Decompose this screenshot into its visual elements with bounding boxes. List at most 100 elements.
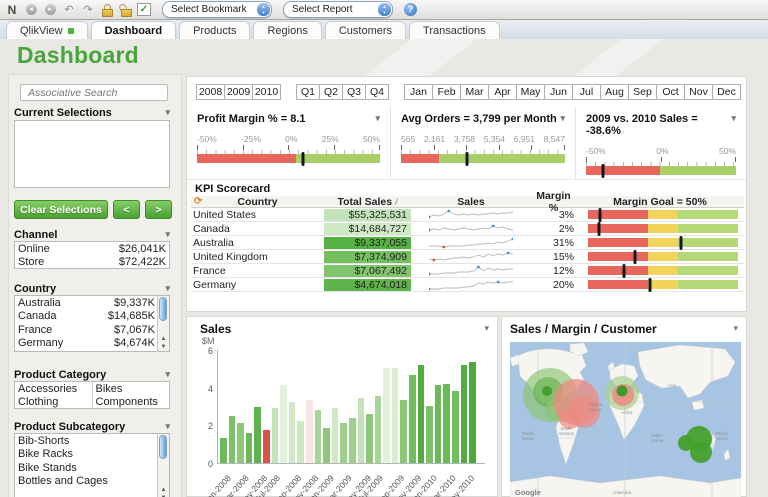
sales-bar-Jan-2010[interactable] <box>426 406 433 463</box>
sales-bar-May-2010[interactable] <box>461 365 468 463</box>
col-header-total-sales[interactable]: Total Sales / <box>324 196 411 208</box>
filter-month-apr[interactable]: Apr <box>488 84 517 100</box>
tab-qlikview[interactable]: QlikView <box>6 21 88 39</box>
list-item[interactable]: Australia$9,337K <box>15 296 158 310</box>
filter-quarter-q1[interactable]: Q1 <box>296 84 320 100</box>
forward-selection-button[interactable]: > <box>145 200 172 219</box>
filter-month-nov[interactable]: Nov <box>684 84 713 100</box>
scroll-down-icon[interactable]: ▼ <box>158 344 169 350</box>
list-item[interactable]: Clothing <box>15 396 92 410</box>
sales-bar-Feb-2009[interactable] <box>332 408 339 463</box>
list-item[interactable]: Bib-Shorts <box>15 434 158 448</box>
sales-bar-Aug-2009[interactable] <box>383 368 390 463</box>
scroll-up-icon[interactable]: ▲ <box>158 336 169 342</box>
chevron-down-icon[interactable]: ▾ <box>165 283 170 294</box>
filter-year-2010[interactable]: 2010 <box>252 84 281 100</box>
table-row[interactable]: United Kingdom$7,374,90915% <box>191 250 744 264</box>
sales-bar-Dec-2009[interactable] <box>418 365 425 463</box>
tab-customers[interactable]: Customers <box>325 21 406 39</box>
table-row[interactable]: Australia$9,337,05531% <box>191 236 744 250</box>
filter-month-jul[interactable]: Jul <box>572 84 601 100</box>
filter-month-oct[interactable]: Oct <box>656 84 685 100</box>
filter-month-feb[interactable]: Feb <box>432 84 461 100</box>
sales-bar-Sep-2009[interactable] <box>392 368 399 463</box>
apply-selection-icon[interactable]: ✓ <box>137 3 151 16</box>
filter-month-dec[interactable]: Dec <box>712 84 741 100</box>
tab-products[interactable]: Products <box>179 21 250 39</box>
filter-month-jun[interactable]: Jun <box>544 84 573 100</box>
list-item[interactable]: Components <box>93 396 170 410</box>
clear-selections-button[interactable]: Clear Selections <box>14 200 108 219</box>
sales-bar-Jun-2008[interactable] <box>263 430 270 463</box>
bookmark-select[interactable]: Select Bookmark ▲▼ <box>162 1 272 18</box>
sales-bar-May-2008[interactable] <box>254 407 261 463</box>
map-bubble[interactable] <box>542 386 552 396</box>
chevron-down-icon[interactable]: ▾ <box>165 421 170 432</box>
forward-icon[interactable]: ▸ <box>42 2 58 17</box>
sales-bar-Feb-2008[interactable] <box>229 416 236 463</box>
sales-bar-Apr-2010[interactable] <box>452 391 459 463</box>
sales-bar-Oct-2008[interactable] <box>297 421 304 463</box>
sales-bar-Jul-2008[interactable] <box>272 408 279 463</box>
sales-bar-Dec-2008[interactable] <box>315 410 322 463</box>
filter-month-sep[interactable]: Sep <box>628 84 657 100</box>
filter-month-jan[interactable]: Jan <box>404 84 433 100</box>
help-icon[interactable]: ? <box>404 3 417 16</box>
sales-bar-Nov-2009[interactable] <box>409 375 416 463</box>
list-item[interactable]: France$7,067K <box>15 323 158 337</box>
filter-year-2008[interactable]: 2008 <box>196 84 225 100</box>
tab-regions[interactable]: Regions <box>253 21 321 39</box>
filter-quarter-q2[interactable]: Q2 <box>319 84 343 100</box>
search-input[interactable] <box>24 87 169 99</box>
scrollbar-thumb[interactable] <box>159 435 167 459</box>
list-item[interactable]: Bike Racks <box>15 448 158 462</box>
chevron-down-icon[interactable]: ▾ <box>733 323 738 334</box>
filter-year-2009[interactable]: 2009 <box>224 84 253 100</box>
lock-icon[interactable] <box>99 2 115 17</box>
sales-bar-Nov-2008[interactable] <box>306 400 313 463</box>
scrollbar[interactable]: ▲▼ <box>157 434 169 497</box>
col-header-sales[interactable]: Sales <box>411 196 531 208</box>
filter-quarter-q3[interactable]: Q3 <box>342 84 366 100</box>
sales-bar-Jan-2008[interactable] <box>220 438 227 463</box>
col-header-country[interactable]: ⟳Country <box>191 196 324 208</box>
chevron-down-icon[interactable]: ▾ <box>560 113 565 125</box>
table-row[interactable]: Germany$4,674,01820% <box>191 278 744 292</box>
refresh-icon[interactable]: ⟳ <box>194 196 202 207</box>
sales-bar-Mar-2008[interactable] <box>237 423 244 464</box>
scrollbar-thumb[interactable] <box>159 297 167 321</box>
list-item[interactable]: Online$26,041K <box>15 242 169 256</box>
chevron-down-icon[interactable]: ▾ <box>165 229 170 240</box>
filter-month-may[interactable]: May <box>516 84 545 100</box>
sales-bar-Oct-2009[interactable] <box>400 400 407 463</box>
list-item[interactable]: Bikes <box>93 382 170 396</box>
scrollbar[interactable]: ▲▼ <box>157 296 169 351</box>
sales-bar-Jan-2009[interactable] <box>323 428 330 463</box>
sales-bar-Mar-2009[interactable] <box>340 423 347 463</box>
world-map[interactable]: AsiaAfricaSouthAmericaAtlanticOceanIndia… <box>510 342 741 497</box>
filter-month-aug[interactable]: Aug <box>600 84 629 100</box>
sales-bar-Aug-2008[interactable] <box>280 385 287 463</box>
sales-bar-Feb-2010[interactable] <box>435 385 442 463</box>
list-item[interactable]: Germany$4,674K <box>15 337 158 351</box>
chevron-down-icon[interactable]: ▾ <box>165 369 170 380</box>
navigate-first-icon[interactable]: N <box>4 2 20 17</box>
back-selection-button[interactable]: < <box>113 200 140 219</box>
tab-transactions[interactable]: Transactions <box>409 21 500 39</box>
sales-bar-Jun-2010[interactable] <box>469 362 476 463</box>
filter-quarter-q4[interactable]: Q4 <box>365 84 389 100</box>
sales-bar-Jun-2009[interactable] <box>366 414 373 463</box>
col-header-margin-goal[interactable]: Margin Goal = 50% <box>576 196 744 208</box>
list-item[interactable]: Bottles and Cages <box>15 475 158 489</box>
map-bubble[interactable] <box>617 386 628 397</box>
chevron-down-icon[interactable]: ▾ <box>375 113 380 125</box>
redo-icon[interactable]: ↷ <box>80 2 96 17</box>
sales-bar-Apr-2009[interactable] <box>349 418 356 463</box>
scroll-up-icon[interactable]: ▲ <box>158 487 169 493</box>
map-bubble[interactable] <box>690 441 712 463</box>
table-row[interactable]: Canada$14,684,7272% <box>191 222 744 236</box>
sales-bar-Apr-2008[interactable] <box>246 433 253 463</box>
chevron-down-icon[interactable]: ▾ <box>731 113 736 137</box>
unlock-icon[interactable] <box>118 2 134 17</box>
filter-month-mar[interactable]: Mar <box>460 84 489 100</box>
